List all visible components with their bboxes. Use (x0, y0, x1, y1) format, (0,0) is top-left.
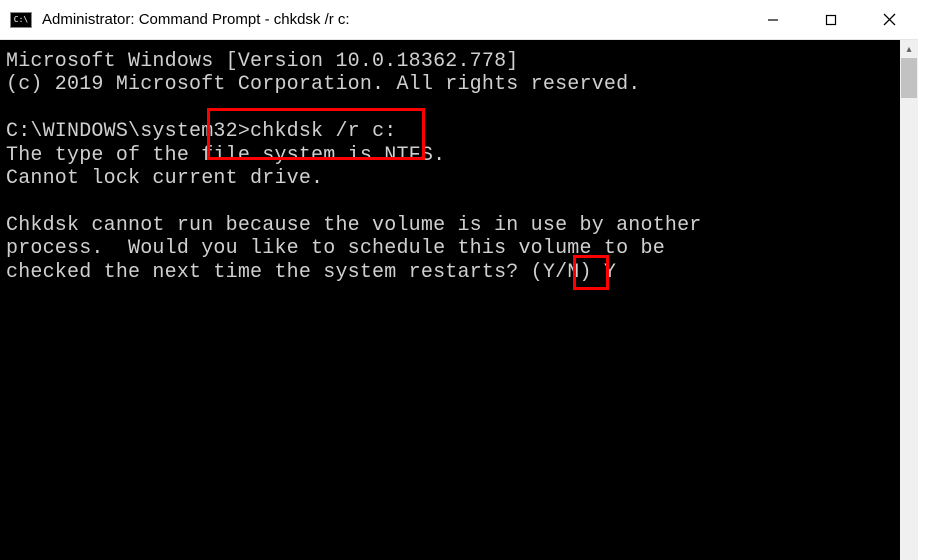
terminal-line: Microsoft Windows [Version 10.0.18362.77… (6, 50, 518, 73)
close-button[interactable] (860, 0, 918, 39)
vertical-scrollbar[interactable]: ▴ (900, 40, 918, 560)
terminal-line: Cannot lock current drive. (6, 167, 323, 190)
terminal-line: (c) 2019 Microsoft Corporation. All righ… (6, 73, 641, 96)
shell-prompt: C:\WINDOWS\system32> (6, 120, 250, 143)
titlebar-text: Administrator: Command Prompt - chkdsk /… (42, 11, 744, 28)
page-edge (918, 0, 925, 560)
titlebar[interactable]: C:\ Administrator: Command Prompt - chkd… (0, 0, 918, 40)
cmd-icon: C:\ (10, 12, 32, 28)
terminal-line: The type of the file system is NTFS. (6, 144, 445, 167)
terminal-line: Chkdsk cannot run because the volume is … (6, 214, 702, 237)
user-input[interactable]: Y (604, 261, 616, 284)
typed-command: chkdsk /r c: (250, 120, 396, 143)
minimize-button[interactable] (744, 0, 802, 39)
maximize-button[interactable] (802, 0, 860, 39)
terminal-line: process. Would you like to schedule this… (6, 237, 665, 260)
terminal-line: checked the next time the system restart… (6, 261, 604, 284)
scroll-up-button[interactable]: ▴ (900, 40, 918, 58)
command-prompt-window: C:\ Administrator: Command Prompt - chkd… (0, 0, 918, 560)
terminal-area[interactable]: Microsoft Windows [Version 10.0.18362.77… (0, 40, 918, 294)
scroll-thumb[interactable] (901, 58, 917, 98)
window-controls (744, 0, 918, 39)
